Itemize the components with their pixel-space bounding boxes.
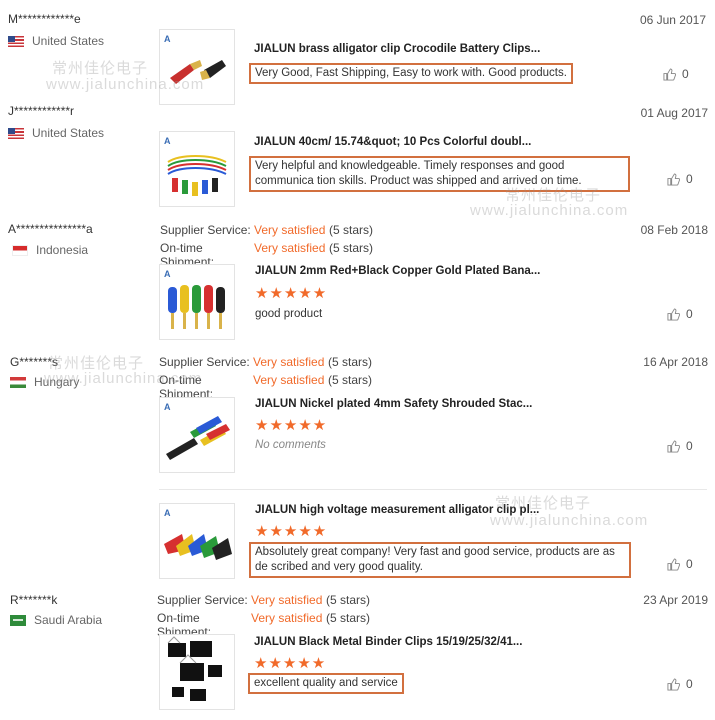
review-date: 06 Jun 2017 — [639, 13, 706, 27]
item-divider — [159, 489, 707, 490]
buyer-country: United States — [8, 34, 104, 48]
thumbs-up-icon — [667, 307, 680, 321]
buyer-name: J************r — [8, 104, 75, 118]
like-button[interactable]: 0 — [667, 172, 693, 186]
review-comment: Absolutely great company! Very fast and … — [249, 542, 631, 578]
us-flag-icon — [8, 127, 24, 139]
product-thumbnail[interactable]: A — [159, 131, 235, 207]
like-count: 0 — [682, 67, 689, 81]
rating-value: Very satisfied — [251, 593, 323, 607]
thumbs-up-icon — [667, 677, 680, 691]
svg-text:A: A — [164, 269, 171, 279]
us-flag-icon — [8, 35, 24, 47]
review-comment: Very Good, Fast Shipping, Easy to work w… — [249, 63, 573, 84]
like-button[interactable]: 0 — [663, 67, 689, 81]
watermark-url: www.jialunchina.com — [470, 202, 629, 219]
rating-value: Very satisfied — [251, 611, 323, 625]
saudi-arabia-flag-icon — [10, 614, 26, 626]
buyer-country: Saudi Arabia — [10, 613, 102, 627]
buyer-name: R*******k — [10, 593, 58, 607]
thumbs-up-icon — [667, 172, 680, 186]
watermark-url: www.jialunchina.com — [44, 370, 203, 387]
product-thumbnail[interactable]: A — [159, 397, 235, 473]
buyer-country: United States — [8, 126, 104, 140]
rating-value: Very satisfied — [254, 223, 326, 237]
thumbs-up-icon — [667, 557, 680, 571]
country-label: Saudi Arabia — [34, 613, 103, 627]
star-rating: ★★★★★ — [254, 655, 327, 672]
svg-text:A: A — [164, 136, 171, 146]
product-thumbnail[interactable]: A — [159, 264, 235, 340]
rating-stars-text: (5 stars) — [329, 223, 374, 237]
product-title[interactable]: JIALUN 2mm Red+Black Copper Gold Plated … — [255, 265, 540, 277]
buyer-name: M************e — [8, 12, 81, 26]
rating-stars-text: (5 stars) — [328, 373, 373, 387]
product-thumbnail[interactable]: A — [159, 503, 235, 579]
like-count: 0 — [686, 677, 693, 691]
hungary-flag-icon — [10, 376, 26, 388]
review-comment: good product — [255, 308, 323, 320]
country-label: United States — [32, 34, 105, 48]
supplier-service-rating: Supplier Service: Very satisfied (5 star… — [159, 355, 372, 369]
rating-label: Supplier Service: — [157, 593, 248, 607]
product-title[interactable]: JIALUN Nickel plated 4mm Safety Shrouded… — [255, 398, 532, 410]
svg-text:A: A — [164, 508, 171, 518]
product-thumbnail[interactable] — [159, 634, 235, 710]
supplier-service-rating: Supplier Service: Very satisfied (5 star… — [160, 223, 373, 237]
buyer-name: A***************a — [8, 222, 93, 236]
review-comment: excellent quality and service — [248, 673, 404, 694]
like-button[interactable]: 0 — [667, 557, 693, 571]
svg-text:A: A — [164, 402, 171, 412]
rating-stars-text: (5 stars) — [326, 593, 371, 607]
review-date: 16 Apr 2018 — [643, 355, 708, 369]
star-rating: ★★★★★ — [255, 417, 328, 434]
product-thumbnail[interactable]: A — [159, 29, 235, 105]
star-rating: ★★★★★ — [255, 285, 328, 302]
watermark-cn: 常州佳伦电子 — [495, 495, 592, 512]
like-button[interactable]: 0 — [667, 307, 693, 321]
product-title[interactable]: JIALUN brass alligator clip Crocodile Ba… — [254, 43, 540, 55]
country-label: Indonesia — [36, 243, 89, 257]
review-date: 08 Feb 2018 — [640, 223, 708, 237]
thumbs-up-icon — [667, 439, 680, 453]
rating-label: Supplier Service: — [159, 355, 250, 369]
watermark-url: www.jialunchina.com — [490, 512, 649, 529]
thumbs-up-icon — [663, 67, 676, 81]
product-title[interactable]: JIALUN Black Metal Binder Clips 15/19/25… — [254, 636, 522, 648]
product-title[interactable]: JIALUN 40cm/ 15.74&quot; 10 Pcs Colorful… — [254, 136, 531, 148]
rating-stars-text: (5 stars) — [328, 355, 373, 369]
review-comment: No comments — [255, 439, 326, 451]
watermark-url: www.jialunchina.com — [46, 76, 205, 93]
like-button[interactable]: 0 — [667, 677, 693, 691]
like-count: 0 — [686, 557, 693, 571]
supplier-service-rating: Supplier Service: Very satisfied (5 star… — [157, 593, 370, 607]
star-rating: ★★★★★ — [255, 523, 328, 540]
brand-logo: A — [164, 34, 171, 44]
rating-value: Very satisfied — [253, 355, 325, 369]
indonesia-flag-icon — [12, 244, 28, 256]
like-button[interactable]: 0 — [667, 439, 693, 453]
rating-label: Supplier Service: — [160, 223, 251, 237]
watermark-cn: 常州佳伦电子 — [52, 60, 149, 77]
rating-stars-text: (5 stars) — [326, 611, 371, 625]
rating-value: Very satisfied — [253, 373, 325, 387]
like-count: 0 — [686, 439, 693, 453]
review-date: 23 Apr 2019 — [643, 593, 708, 607]
like-count: 0 — [686, 172, 693, 186]
review-date: 01 Aug 2017 — [640, 106, 708, 120]
country-label: United States — [32, 126, 105, 140]
buyer-country: Indonesia — [12, 243, 88, 257]
like-count: 0 — [686, 307, 693, 321]
